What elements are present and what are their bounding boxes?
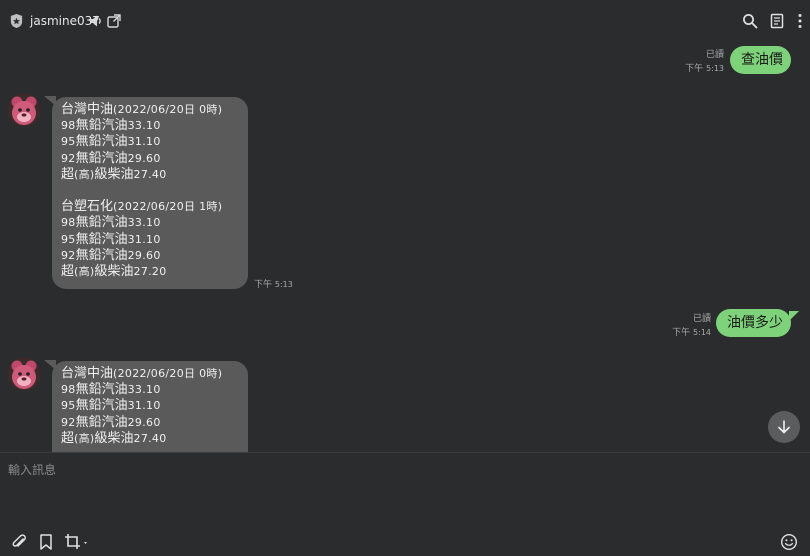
message-line: 95無鉛汽油31.10 <box>61 134 161 150</box>
external-window-icon[interactable] <box>106 13 122 29</box>
speaker-icon[interactable] <box>88 13 104 29</box>
message-line: 超(高)級柴油27.20 <box>61 264 167 280</box>
avatar[interactable] <box>7 93 41 127</box>
avatar[interactable] <box>7 357 41 391</box>
scroll-to-bottom-button[interactable] <box>768 411 800 443</box>
notes-icon[interactable] <box>769 13 785 29</box>
message-text: 查油價 <box>741 52 783 68</box>
message-line: 98無鉛汽油33.10 <box>61 382 161 398</box>
message-line: 超(高)級柴油27.40 <box>61 166 167 182</box>
message-line: 台塑石化(2022/06/20日 1時) <box>61 199 223 215</box>
message-line: 台灣中油(2022/06/20日 0時) <box>61 102 223 117</box>
crop-icon[interactable] <box>64 533 90 551</box>
incoming-message[interactable]: 台灣中油(2022/06/20日 0時) 98無鉛汽油33.10 95無鉛汽油3… <box>52 97 248 289</box>
outgoing-message[interactable]: 油價多少 <box>716 309 791 337</box>
message-timestamp: 下午 5:14 <box>672 328 711 338</box>
arrow-down-icon <box>778 420 790 434</box>
read-receipt: 已讀 <box>692 314 711 324</box>
message-line: 95無鉛汽油31.10 <box>61 231 161 247</box>
outgoing-message[interactable]: 查油價 <box>730 46 791 74</box>
message-line: 92無鉛汽油29.60 <box>61 150 161 166</box>
message-text: 油價多少 <box>727 315 783 331</box>
shield-icon <box>10 13 23 29</box>
message-input[interactable] <box>8 459 788 481</box>
chat-header: jasmine037 <box>0 0 810 42</box>
message-timestamp: 下午 5:13 <box>254 280 293 290</box>
message-line: 92無鉛汽油29.60 <box>61 414 161 430</box>
bookmark-icon[interactable] <box>37 533 55 551</box>
paperclip-icon[interactable] <box>10 533 28 551</box>
message-timestamp: 下午 5:13 <box>685 64 724 74</box>
composer <box>0 452 810 556</box>
read-receipt: 已讀 <box>705 50 724 60</box>
search-icon[interactable] <box>742 13 758 29</box>
emoji-icon[interactable] <box>780 533 798 551</box>
message-line: 98無鉛汽油33.10 <box>61 118 161 134</box>
message-list[interactable]: 已讀 下午 5:13 查油價 台灣中油(2022/06/20日 0時) 98無鉛… <box>0 42 810 452</box>
message-line: 95無鉛汽油31.10 <box>61 398 161 414</box>
message-line: 92無鉛汽油29.60 <box>61 247 161 263</box>
bubble-tail <box>789 311 799 321</box>
message-line: 超(高)級柴油27.40 <box>61 430 167 446</box>
message-line: 台灣中油(2022/06/20日 0時) <box>61 366 223 381</box>
more-vertical-icon[interactable] <box>792 13 808 29</box>
message-line: 98無鉛汽油33.10 <box>61 215 161 231</box>
incoming-message[interactable]: 台灣中油(2022/06/20日 0時) 98無鉛汽油33.10 95無鉛汽油3… <box>52 361 248 452</box>
